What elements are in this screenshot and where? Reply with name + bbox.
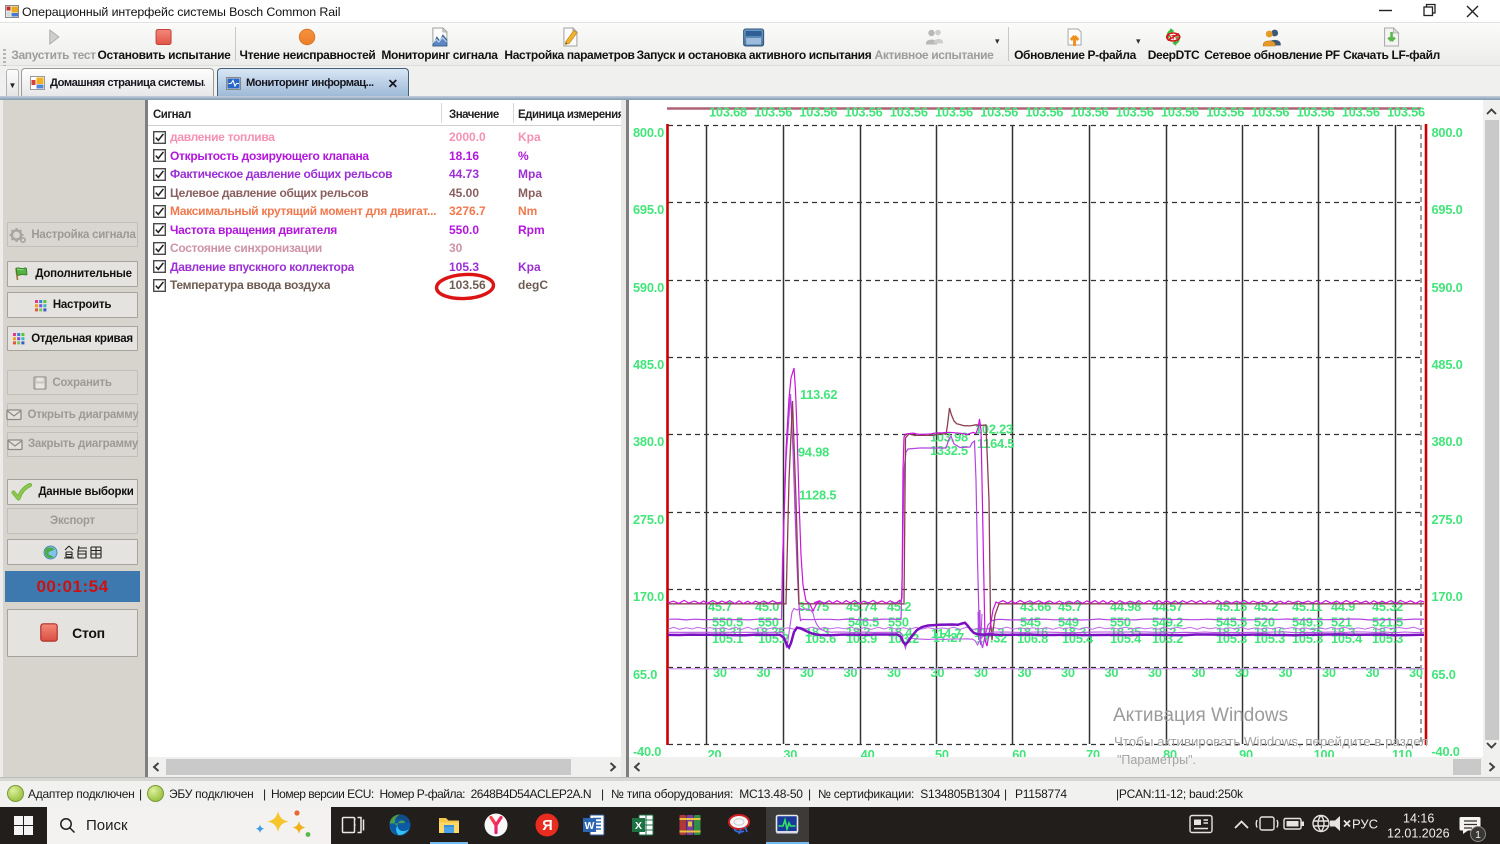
svg-text:-40.0: -40.0 <box>633 744 661 758</box>
svg-text:1332.5: 1332.5 <box>930 443 968 458</box>
svg-text:103.56: 103.56 <box>890 104 928 119</box>
svg-text:106.8: 106.8 <box>1017 631 1048 646</box>
svg-text:30: 30 <box>1192 665 1206 680</box>
svg-text:30: 30 <box>1148 665 1162 680</box>
svg-text:105.4: 105.4 <box>1331 631 1363 646</box>
svg-text:103.56: 103.56 <box>754 104 792 119</box>
svg-text:30: 30 <box>713 665 727 680</box>
svg-text:30: 30 <box>1061 665 1075 680</box>
svg-text:105.3: 105.3 <box>1216 631 1247 646</box>
svg-text:105.1: 105.1 <box>712 631 743 646</box>
svg-text:65.0: 65.0 <box>1432 667 1456 682</box>
svg-text:РУС: РУС <box>1352 817 1378 832</box>
svg-text:30: 30 <box>1235 665 1249 680</box>
svg-text:14:16: 14:16 <box>1403 812 1434 826</box>
svg-text:170.0: 170.0 <box>633 589 664 604</box>
svg-text:103.68: 103.68 <box>709 104 747 119</box>
svg-text:44.98: 44.98 <box>1110 599 1141 614</box>
svg-text:45.0: 45.0 <box>755 599 779 614</box>
svg-text:103.56: 103.56 <box>935 104 973 119</box>
svg-text:94.98: 94.98 <box>798 444 829 459</box>
svg-text:30: 30 <box>1105 665 1119 680</box>
svg-text:800.0: 800.0 <box>1432 125 1463 140</box>
svg-text:30: 30 <box>974 665 988 680</box>
svg-text:44.9: 44.9 <box>1331 599 1355 614</box>
svg-text:380.0: 380.0 <box>1432 434 1463 449</box>
svg-text:30: 30 <box>1409 665 1423 680</box>
svg-text:105.3: 105.3 <box>1254 631 1285 646</box>
svg-text:-40.0: -40.0 <box>1432 744 1460 758</box>
svg-text:103.56: 103.56 <box>1161 104 1199 119</box>
svg-text:103.56: 103.56 <box>1071 104 1109 119</box>
svg-text:30: 30 <box>1018 665 1032 680</box>
svg-text:105.3: 105.3 <box>1372 631 1403 646</box>
svg-text:17.27: 17.27 <box>933 630 964 645</box>
svg-text:30: 30 <box>757 665 771 680</box>
svg-text:170.0: 170.0 <box>1432 589 1463 604</box>
svg-text:485.0: 485.0 <box>1432 357 1463 372</box>
svg-text:105.4: 105.4 <box>1110 631 1142 646</box>
svg-text:45.2: 45.2 <box>1254 599 1278 614</box>
svg-text:103.56: 103.56 <box>1116 104 1154 119</box>
svg-text:30: 30 <box>1279 665 1293 680</box>
svg-text:65.0: 65.0 <box>633 667 657 682</box>
svg-text:103.56: 103.56 <box>1297 104 1335 119</box>
svg-text:103.56: 103.56 <box>799 104 837 119</box>
svg-text:103.9: 103.9 <box>846 631 877 646</box>
svg-text:103.56: 103.56 <box>1342 104 1380 119</box>
svg-text:103.56: 103.56 <box>1206 104 1244 119</box>
svg-text:30: 30 <box>1322 665 1336 680</box>
svg-text:1164.5: 1164.5 <box>977 436 1014 451</box>
svg-text:113.62: 113.62 <box>800 387 837 402</box>
svg-text:X: X <box>634 820 641 832</box>
svg-text:380.0: 380.0 <box>633 434 664 449</box>
svg-text:275.0: 275.0 <box>1432 512 1463 527</box>
svg-text:275.0: 275.0 <box>633 512 664 527</box>
svg-text:103.56: 103.56 <box>980 104 1018 119</box>
svg-text:30: 30 <box>844 665 858 680</box>
svg-text:30: 30 <box>887 665 901 680</box>
svg-text:30: 30 <box>1366 665 1380 680</box>
svg-text:695.0: 695.0 <box>633 202 664 217</box>
svg-text:103.56: 103.56 <box>1387 104 1425 119</box>
svg-text:1: 1 <box>1475 829 1481 841</box>
svg-text:30: 30 <box>931 665 945 680</box>
svg-text:31.75: 31.75 <box>798 599 829 614</box>
svg-text:43.66: 43.66 <box>1020 599 1051 614</box>
svg-text:30: 30 <box>800 665 814 680</box>
svg-text:Я: Я <box>542 818 552 834</box>
svg-text:590.0: 590.0 <box>1432 280 1463 295</box>
svg-text:12.01.2026: 12.01.2026 <box>1387 827 1450 841</box>
svg-text:103.56: 103.56 <box>845 104 883 119</box>
svg-text:103.56: 103.56 <box>1251 104 1289 119</box>
svg-text:W: W <box>585 820 595 832</box>
svg-text:590.0: 590.0 <box>633 280 664 295</box>
svg-text:103.56: 103.56 <box>1025 104 1063 119</box>
svg-text:1128.5: 1128.5 <box>799 487 836 502</box>
svg-text:800.0: 800.0 <box>633 125 664 140</box>
svg-text:485.0: 485.0 <box>633 357 664 372</box>
svg-text:695.0: 695.0 <box>1432 202 1463 217</box>
